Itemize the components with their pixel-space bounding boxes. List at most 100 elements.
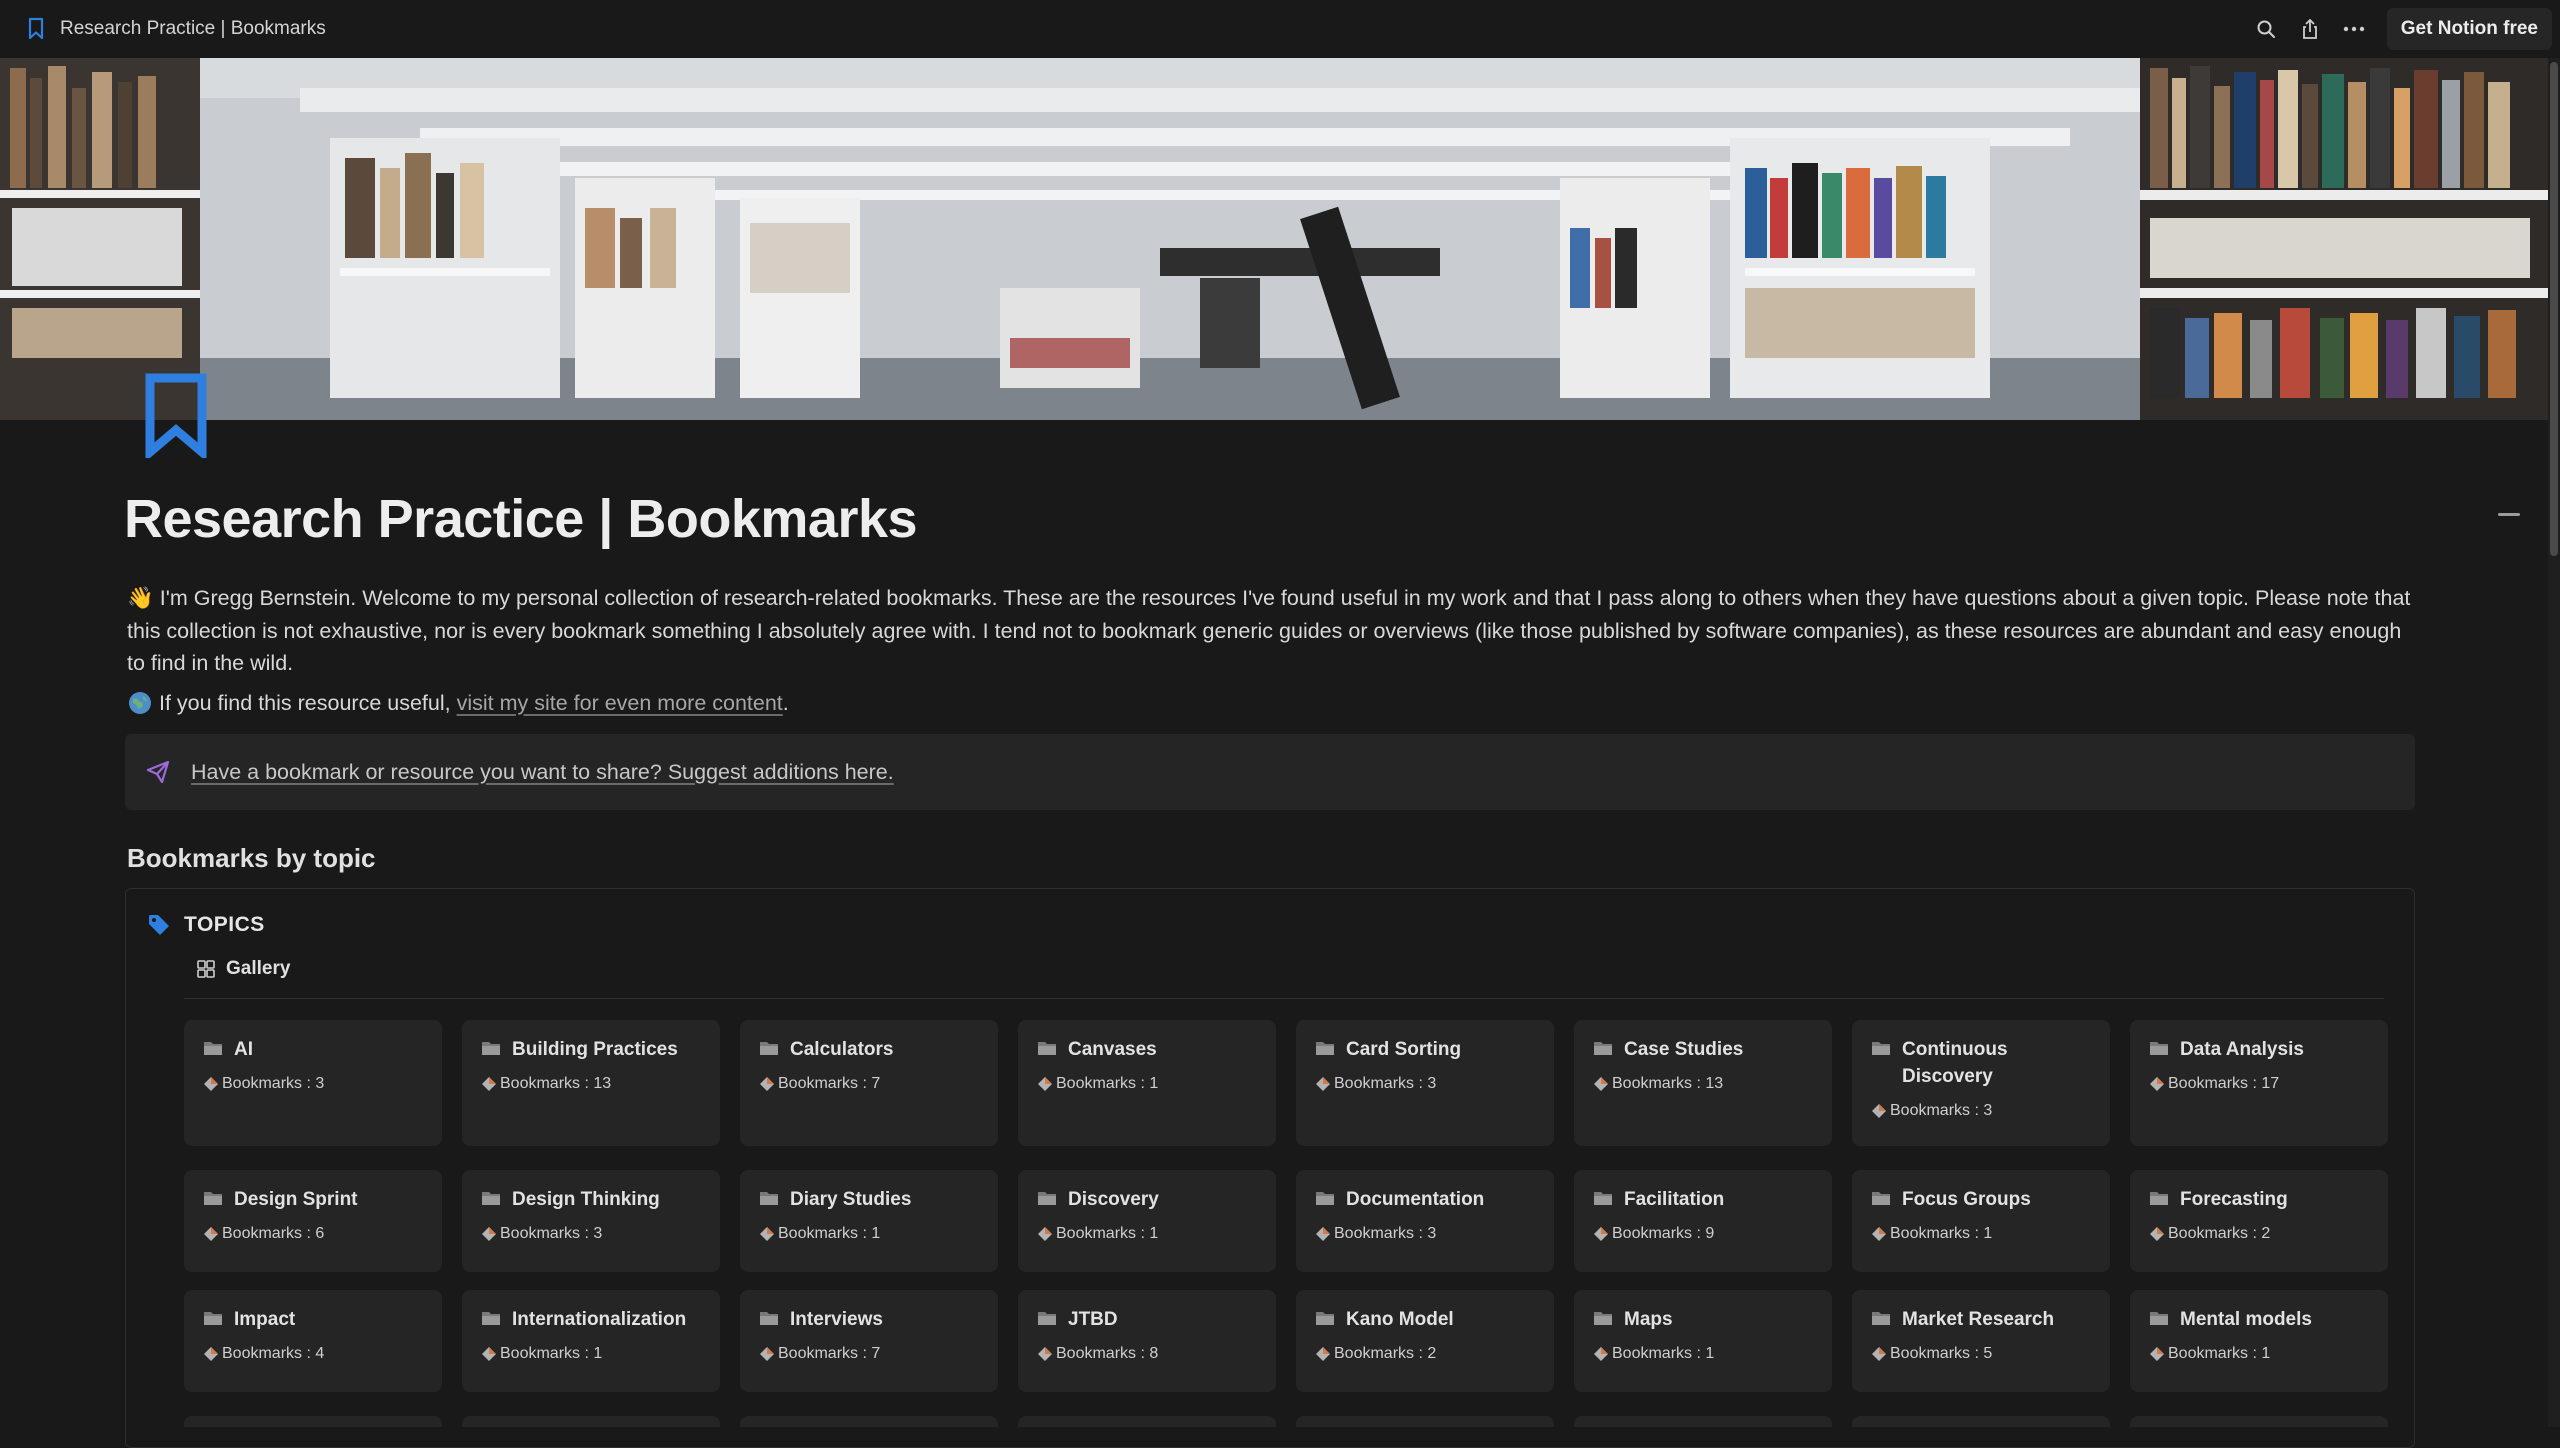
gallery-card[interactable]: Facilitation Bookmarks : 9 (1574, 1170, 1832, 1272)
gallery-card[interactable]: JTBD Bookmarks : 8 (1018, 1290, 1276, 1392)
gallery-card-peek[interactable] (2130, 1416, 2388, 1427)
card-title: Continuous Discovery (1902, 1039, 2008, 1087)
folder-icon (1594, 1042, 1612, 1055)
card-title-row: Continuous Discovery (1870, 1036, 2092, 1090)
card-property: Bookmarks : 1 (1870, 1225, 2092, 1243)
gallery-card[interactable]: Impact Bookmarks : 4 (184, 1290, 442, 1392)
card-title-row: Card Sorting (1314, 1036, 1536, 1063)
gallery-card[interactable]: Building Practices Bookmarks : 13 (462, 1020, 720, 1146)
gallery-card[interactable]: AI Bookmarks : 3 (184, 1020, 442, 1146)
folder-icon (760, 1042, 778, 1055)
gallery-card[interactable]: Case Studies Bookmarks : 13 (1574, 1020, 1832, 1146)
gallery-card-peek[interactable] (1852, 1416, 2110, 1427)
gallery-card[interactable]: Diary Studies Bookmarks : 1 (740, 1170, 998, 1272)
card-title: Documentation (1346, 1189, 1485, 1210)
search-icon[interactable] (2255, 18, 2277, 40)
gallery-card[interactable]: Internationalization Bookmarks : 1 (462, 1290, 720, 1392)
card-title: Design Thinking (512, 1189, 660, 1210)
gallery-card-peek[interactable] (462, 1416, 720, 1427)
folder-icon (2150, 1042, 2168, 1055)
breadcrumb-title[interactable]: Research Practice | Bookmarks (60, 18, 326, 40)
folder-icon (1316, 1042, 1334, 1055)
card-property: Bookmarks : 13 (480, 1075, 702, 1093)
site-promo-line: If you find this resource useful, visit … (127, 690, 789, 716)
gallery-card[interactable]: Calculators Bookmarks : 7 (740, 1020, 998, 1146)
visit-site-link[interactable]: visit my site for even more content (457, 691, 783, 716)
bookmarks-count: Bookmarks : 3 (1890, 1102, 1993, 1119)
gallery-card[interactable]: Focus Groups Bookmarks : 1 (1852, 1170, 2110, 1272)
suggest-additions-link[interactable]: Have a bookmark or resource you want to … (191, 760, 894, 785)
gallery-card[interactable]: Data Analysis Bookmarks : 17 (2130, 1020, 2388, 1146)
intro-text: I'm Gregg Bernstein. Welcome to my perso… (127, 586, 2411, 675)
page-bookmark-icon[interactable] (144, 372, 208, 458)
gallery-card-peek[interactable] (1018, 1416, 1276, 1427)
gallery-view-tab[interactable]: Gallery (196, 958, 290, 980)
folder-icon (482, 1192, 500, 1205)
gallery-card-peek[interactable] (1296, 1416, 1554, 1427)
gallery-card-peek[interactable] (1574, 1416, 1832, 1427)
card-title-row: Building Practices (480, 1036, 702, 1063)
relation-icon (1594, 1347, 1608, 1361)
gallery-card[interactable]: Market Research Bookmarks : 5 (1852, 1290, 2110, 1392)
card-title-row: AI (202, 1036, 424, 1063)
gallery-card-peek[interactable] (740, 1416, 998, 1427)
scrollbar-thumb[interactable] (2550, 62, 2558, 556)
gallery-card[interactable]: Card Sorting Bookmarks : 3 (1296, 1020, 1554, 1146)
gallery-grid: AI Bookmarks : 3 Building Practices Bookmar… (184, 1020, 2388, 1416)
relation-icon (1594, 1227, 1608, 1241)
folder-icon (1038, 1042, 1056, 1055)
bookmarks-count: Bookmarks : 2 (1334, 1345, 1437, 1362)
relation-icon (760, 1347, 774, 1361)
waving-hand-emoji: 👋 (127, 586, 154, 610)
gallery-card[interactable]: Discovery Bookmarks : 1 (1018, 1170, 1276, 1272)
card-title-row: Maps (1592, 1306, 1814, 1333)
card-property: Bookmarks : 3 (1314, 1225, 1536, 1243)
page-title: Research Practice | Bookmarks (124, 489, 918, 549)
gallery-card[interactable]: Canvases Bookmarks : 1 (1018, 1020, 1276, 1146)
card-title: JTBD (1068, 1309, 1118, 1330)
card-property: Bookmarks : 7 (758, 1075, 980, 1093)
relation-icon (482, 1227, 496, 1241)
gallery-card[interactable]: Design Sprint Bookmarks : 6 (184, 1170, 442, 1272)
gallery-card[interactable]: Mental models Bookmarks : 1 (2130, 1290, 2388, 1392)
folder-icon (204, 1042, 222, 1055)
card-title-row: Case Studies (1592, 1036, 1814, 1063)
relation-icon (1316, 1347, 1330, 1361)
gallery-card[interactable]: Continuous Discovery Bookmarks : 3 (1852, 1020, 2110, 1146)
relation-icon (1038, 1227, 1052, 1241)
gallery-card[interactable]: Design Thinking Bookmarks : 3 (462, 1170, 720, 1272)
database-title[interactable]: TOPICS (184, 913, 265, 937)
relation-icon (1594, 1077, 1608, 1091)
get-notion-free-button[interactable]: Get Notion free (2386, 8, 2552, 50)
relation-icon (760, 1077, 774, 1091)
gallery-card-peek[interactable] (184, 1416, 442, 1427)
card-title: Design Sprint (234, 1189, 358, 1210)
gallery-grid-icon (197, 960, 215, 978)
gallery-card[interactable]: Forecasting Bookmarks : 2 (2130, 1170, 2388, 1272)
gallery-card[interactable]: Kano Model Bookmarks : 2 (1296, 1290, 1554, 1392)
card-property: Bookmarks : 3 (1314, 1075, 1536, 1093)
gallery-card[interactable]: Maps Bookmarks : 1 (1574, 1290, 1832, 1392)
folder-icon (204, 1192, 222, 1205)
share-icon[interactable] (2299, 18, 2321, 40)
card-title: Internationalization (512, 1309, 687, 1330)
bookmarks-count: Bookmarks : 5 (1890, 1345, 1993, 1362)
card-title: Building Practices (512, 1039, 678, 1060)
intro-paragraph: 👋 I'm Gregg Bernstein. Welcome to my per… (127, 582, 2417, 680)
folder-icon (2150, 1192, 2168, 1205)
card-property: Bookmarks : 13 (1592, 1075, 1814, 1093)
more-icon[interactable] (2343, 18, 2365, 40)
folder-icon (482, 1042, 500, 1055)
folder-icon (482, 1312, 500, 1325)
card-title: Card Sorting (1346, 1039, 1462, 1060)
gallery-card[interactable]: Documentation Bookmarks : 3 (1296, 1170, 1554, 1272)
card-title-row: Data Analysis (2148, 1036, 2370, 1063)
gallery-card[interactable]: Interviews Bookmarks : 7 (740, 1290, 998, 1392)
table-of-contents-icon[interactable] (2498, 513, 2520, 516)
card-title: Case Studies (1624, 1039, 1744, 1060)
folder-icon (204, 1312, 222, 1325)
bookmarks-count: Bookmarks : 7 (778, 1075, 881, 1092)
card-property: Bookmarks : 3 (202, 1075, 424, 1093)
card-title-row: Internationalization (480, 1306, 702, 1333)
bookmarks-count: Bookmarks : 3 (1334, 1075, 1437, 1092)
